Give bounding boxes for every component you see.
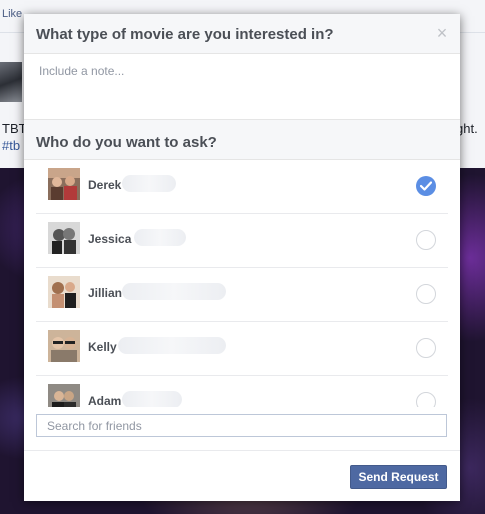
post-thumbnail xyxy=(0,62,22,102)
friend-row[interactable]: Jessica xyxy=(36,214,448,268)
send-request-button[interactable]: Send Request xyxy=(350,465,447,489)
avatar xyxy=(48,168,80,200)
avatar xyxy=(48,276,80,308)
avatar xyxy=(48,384,80,407)
request-dialog: What type of movie are you interested in… xyxy=(24,14,460,501)
like-link[interactable]: Like xyxy=(2,8,22,20)
friend-row[interactable]: Derek xyxy=(36,160,448,214)
dialog-footer: Send Request xyxy=(24,450,460,501)
friend-row[interactable]: Kelly xyxy=(36,322,448,376)
unselected-check-icon[interactable] xyxy=(416,230,436,250)
post-hashtag[interactable]: #tb xyxy=(2,138,20,153)
friend-name: Adam xyxy=(88,394,122,407)
unselected-check-icon[interactable] xyxy=(416,284,436,304)
friend-row[interactable]: Jillian xyxy=(36,268,448,322)
selected-check-icon[interactable] xyxy=(416,176,436,196)
unselected-check-icon[interactable] xyxy=(416,392,436,407)
redacted-surname xyxy=(134,229,186,246)
dialog-title: What type of movie are you interested in… xyxy=(36,26,334,43)
unselected-check-icon[interactable] xyxy=(416,338,436,358)
checkmark-icon xyxy=(420,181,432,191)
redacted-surname xyxy=(122,175,176,192)
ask-title: Who do you want to ask? xyxy=(36,134,217,151)
close-icon[interactable]: × xyxy=(433,23,451,43)
friend-name: Jessica xyxy=(88,232,132,246)
redacted-surname xyxy=(118,337,226,354)
avatar xyxy=(48,222,80,254)
friend-search-input[interactable] xyxy=(36,414,447,437)
post-text: TBT xyxy=(2,121,27,136)
friend-name: Kelly xyxy=(88,340,117,354)
note-input[interactable] xyxy=(24,54,460,118)
friend-name: Jillian xyxy=(88,286,123,300)
avatar xyxy=(48,330,80,362)
dialog-header: What type of movie are you interested in… xyxy=(24,14,460,54)
redacted-surname xyxy=(122,283,226,300)
ask-section-header: Who do you want to ask? xyxy=(24,119,460,160)
redacted-surname xyxy=(122,391,182,407)
friend-list[interactable]: Derek Jessica Jillian Kelly Adam xyxy=(24,160,460,407)
friend-row[interactable]: Adam xyxy=(36,376,448,407)
friend-name: Derek xyxy=(88,178,122,192)
